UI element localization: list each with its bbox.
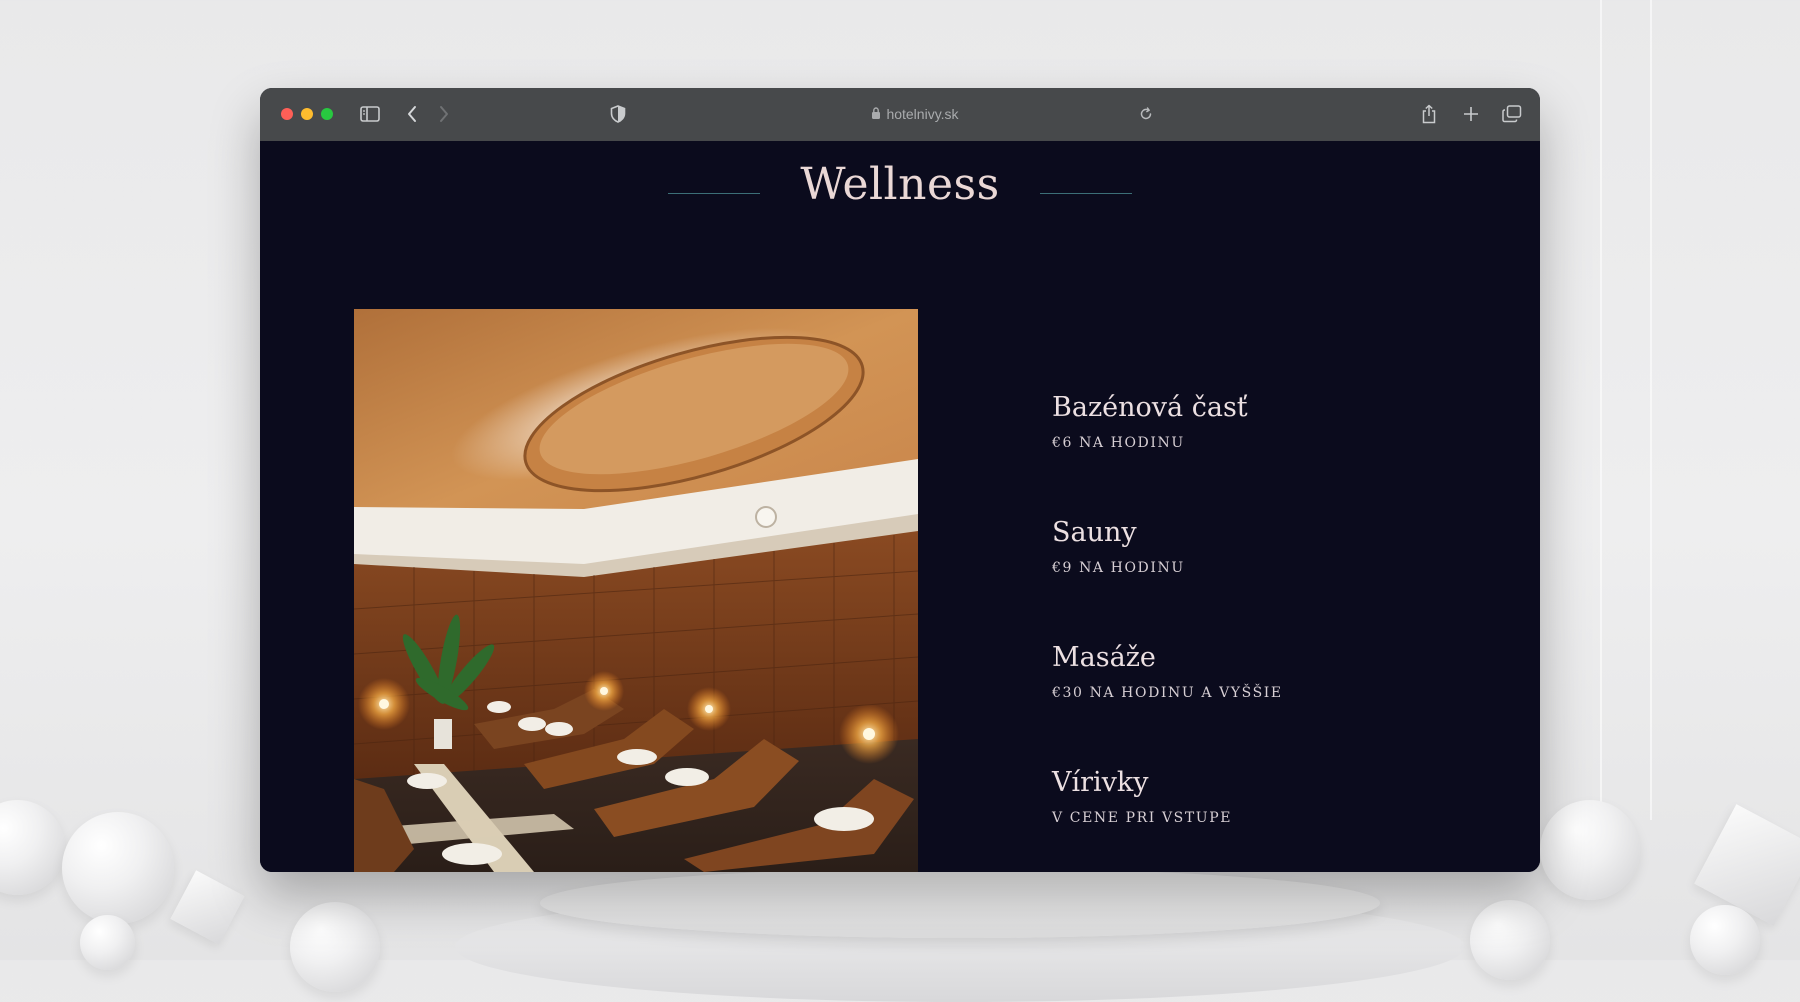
new-tab-icon[interactable] (1460, 102, 1482, 126)
decor-sphere (62, 812, 174, 924)
address-url: hotelnivy.sk (886, 106, 959, 122)
backdrop-line (1600, 0, 1602, 820)
service-price: €30 NA HODINU A VYŠŠIE (1052, 685, 1283, 701)
reload-icon[interactable] (1136, 102, 1156, 126)
service-price: €9 NA HODINU (1052, 560, 1185, 576)
decor-cube (170, 870, 245, 945)
lock-icon (871, 106, 881, 122)
tabs-overview-icon[interactable] (1500, 102, 1524, 126)
service-name: Masáže (1052, 642, 1156, 673)
decor-sphere (290, 902, 380, 992)
service-name: Bazénová časť (1052, 392, 1248, 423)
wellness-relax-room-photo (354, 309, 918, 872)
zoom-window-button[interactable] (321, 108, 333, 120)
backdrop-line (1650, 0, 1652, 820)
browser-toolbar: hotelnivy.sk (260, 88, 1540, 141)
services-list: Bazénová časť €6 NA HODINU Sauny €9 NA H… (1052, 391, 1472, 872)
decor-sphere (1690, 905, 1760, 975)
minimize-window-button[interactable] (301, 108, 313, 120)
sidebar-icon[interactable] (358, 102, 382, 126)
service-price: €6 NA HODINU (1052, 435, 1185, 451)
pedestal-top (540, 868, 1380, 938)
privacy-shield-icon[interactable] (606, 102, 630, 126)
decor-sphere (80, 915, 135, 970)
title-divider-right (1040, 193, 1132, 194)
share-icon[interactable] (1418, 102, 1440, 126)
title-row: Wellness (260, 155, 1540, 215)
decor-sphere (1540, 800, 1640, 900)
browser-window: hotelnivy.sk Wellness Bazénová časť €6 N… (260, 88, 1540, 872)
decor-sphere (1470, 900, 1550, 980)
close-window-button[interactable] (281, 108, 293, 120)
service-item-pool: Bazénová časť €6 NA HODINU (1052, 391, 1472, 516)
service-item-whirlpools: Vírivky V CENE PRI VSTUPE (1052, 766, 1472, 872)
service-name: Sauny (1052, 517, 1137, 548)
forward-icon[interactable] (434, 102, 454, 126)
service-price: V CENE PRI VSTUPE (1052, 810, 1233, 826)
back-icon[interactable] (402, 102, 422, 126)
service-item-saunas: Sauny €9 NA HODINU (1052, 516, 1472, 641)
service-item-massages: Masáže €30 NA HODINU A VYŠŠIE (1052, 641, 1472, 766)
address-bar[interactable]: hotelnivy.sk (850, 104, 980, 124)
decor-sphere (0, 800, 65, 895)
page-title: Wellness (800, 159, 1000, 210)
service-name: Vírivky (1052, 767, 1149, 798)
page-content: Wellness Bazénová časť €6 NA HODINU Saun… (260, 141, 1540, 872)
